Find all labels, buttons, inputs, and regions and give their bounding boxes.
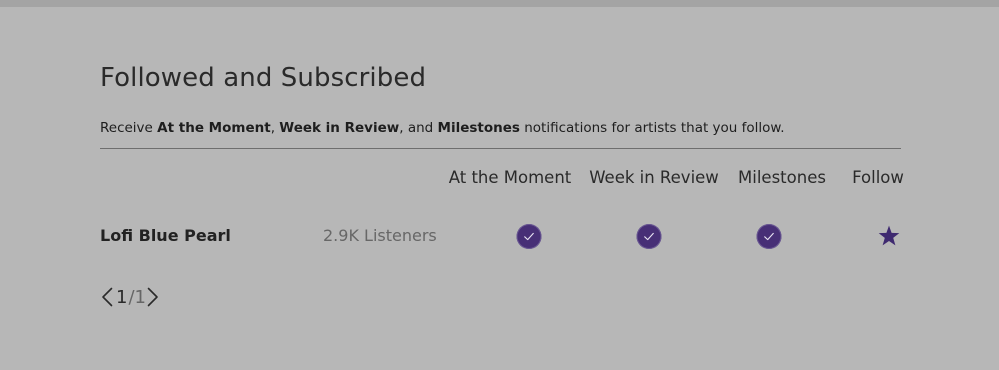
- column-header-follow: Follow: [852, 168, 904, 187]
- at-the-moment-toggle[interactable]: [516, 224, 542, 249]
- chevron-right-icon: [147, 287, 158, 307]
- star-icon: [878, 225, 900, 246]
- week-in-review-toggle[interactable]: [636, 224, 662, 249]
- column-header-milestones: Milestones: [738, 168, 826, 187]
- previous-page-button[interactable]: [100, 286, 114, 308]
- total-pages: 1: [134, 286, 146, 308]
- description-suffix: notifications for artists that you follo…: [519, 120, 785, 136]
- description-separator: ,: [270, 120, 280, 136]
- description-at-the-moment: At the Moment: [157, 120, 271, 136]
- top-bar: [0, 0, 999, 7]
- header-divider: [100, 148, 901, 149]
- description-week-in-review: Week in Review: [279, 120, 400, 136]
- column-header-at-the-moment: At the Moment: [448, 168, 572, 187]
- description-separator: , and: [399, 120, 438, 136]
- next-page-button[interactable]: [146, 286, 160, 308]
- milestones-toggle[interactable]: [756, 224, 782, 249]
- column-header-week-in-review: Week in Review: [589, 168, 719, 187]
- description-milestones: Milestones: [437, 120, 520, 136]
- follow-toggle[interactable]: [877, 224, 901, 248]
- page-title: Followed and Subscribed: [100, 63, 427, 93]
- description-prefix: Receive: [100, 120, 158, 136]
- pagination: 1/1: [100, 286, 160, 308]
- chevron-left-icon: [102, 287, 113, 307]
- check-icon: [524, 232, 534, 241]
- current-page: 1: [116, 286, 128, 308]
- check-icon: [764, 232, 774, 241]
- check-icon: [644, 232, 654, 241]
- artist-name[interactable]: Lofi Blue Pearl: [100, 226, 231, 245]
- listener-count: 2.9K Listeners: [323, 226, 437, 245]
- page-description: Receive At the Moment, Week in Review, a…: [100, 120, 785, 136]
